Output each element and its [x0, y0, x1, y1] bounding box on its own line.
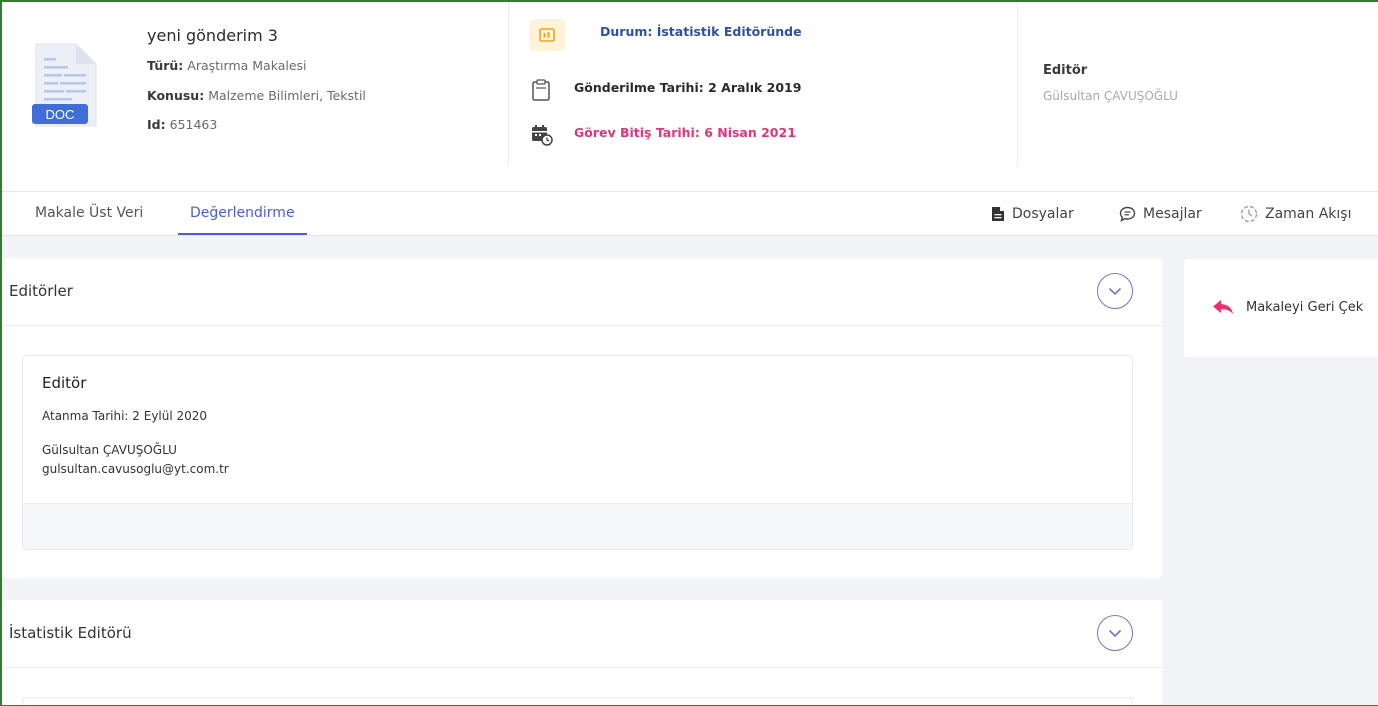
doc-file-icon: DOC: [30, 36, 104, 132]
status-text: Durum: İstatistik Editöründe: [600, 24, 802, 39]
doc-badge-text: DOC: [46, 107, 75, 122]
messages-label: Mesajlar: [1143, 205, 1202, 222]
files-label: Dosyalar: [1012, 205, 1074, 222]
statistics-editor-card: İstatistik Editörü: [2, 600, 1162, 705]
clipboard-icon: [531, 79, 551, 105]
editors-card-header: Editörler: [2, 258, 1162, 326]
tab-evaluation[interactable]: Değerlendirme: [178, 192, 307, 235]
statistics-editor-card-header: İstatistik Editörü: [2, 600, 1162, 668]
subject-label: Konusu:: [147, 88, 205, 103]
editors-card: Editörler Editör Atanma Tarihi: 2 Eylül …: [2, 258, 1162, 578]
submission-subject: Konusu: Malzeme Bilimleri, Tekstil: [147, 88, 366, 103]
withdraw-label: Makaleyi Geri Çek: [1246, 299, 1364, 315]
withdraw-article-button[interactable]: Makaleyi Geri Çek: [1212, 299, 1363, 315]
deadline-date: Görev Bitiş Tarihi: 6 Nisan 2021: [574, 125, 796, 140]
timeline-button[interactable]: Zaman Akışı: [1240, 192, 1351, 235]
chat-icon: [1119, 206, 1136, 222]
chevron-down-icon: [1108, 629, 1122, 637]
tab-article-metadata[interactable]: Makale Üst Veri: [35, 192, 143, 235]
type-value: Araştırma Makalesi: [187, 58, 307, 73]
header-divider-2: [1017, 2, 1018, 166]
reply-arrow-icon: [1213, 300, 1233, 314]
editor-entry-footer: [23, 503, 1132, 549]
editor-role: Editör: [42, 374, 87, 392]
file-icon: [992, 206, 1004, 221]
subject-value: Malzeme Bilimleri, Tekstil: [208, 88, 366, 103]
messages-button[interactable]: Mesajlar: [1119, 192, 1202, 235]
chevron-down-icon: [1108, 287, 1122, 295]
submission-id: Id: 651463: [147, 117, 217, 132]
editor-entry: Editör Atanma Tarihi: 2 Eylül 2020 Gülsu…: [22, 355, 1133, 550]
submission-type: Türü: Araştırma Makalesi: [147, 58, 307, 73]
statistics-editor-entry: [22, 697, 1133, 705]
editors-collapse-button[interactable]: [1097, 273, 1133, 309]
submitted-date: Gönderilme Tarihi: 2 Aralık 2019: [574, 80, 802, 95]
app-frame: DOC yeni gönderim 3 Türü: Araştırma Maka…: [2, 2, 1378, 705]
tab-bar: Makale Üst Veri Değerlendirme Dosyalar M…: [2, 192, 1378, 236]
type-label: Türü:: [147, 58, 184, 73]
submission-title: yeni gönderim 3: [147, 26, 278, 45]
timeline-label: Zaman Akışı: [1265, 205, 1352, 222]
header-editor-name: Gülsultan ÇAVUŞOĞLU: [1043, 89, 1178, 103]
header-editor-label: Editör: [1043, 63, 1088, 78]
editor-assigned-date: Atanma Tarihi: 2 Eylül 2020: [42, 409, 208, 423]
calendar-clock-icon: [531, 124, 553, 150]
editor-name: Gülsultan ÇAVUŞOĞLU: [42, 443, 177, 457]
editors-card-title: Editörler: [9, 282, 73, 300]
statistics-editor-card-title: İstatistik Editörü: [9, 624, 132, 642]
editor-email: gulsultan.cavusoglu@yt.com.tr: [42, 462, 229, 476]
submission-header: DOC yeni gönderim 3 Türü: Araştırma Maka…: [2, 2, 1378, 192]
side-actions-card: Makaleyi Geri Çek: [1184, 259, 1378, 357]
statistics-editor-collapse-button[interactable]: [1097, 615, 1133, 651]
id-label: Id:: [147, 117, 166, 132]
header-divider: [508, 2, 509, 166]
id-value: 651463: [169, 117, 218, 132]
status-board-icon: [529, 19, 565, 51]
files-button[interactable]: Dosyalar: [991, 192, 1074, 235]
timeline-icon: [1240, 205, 1258, 222]
